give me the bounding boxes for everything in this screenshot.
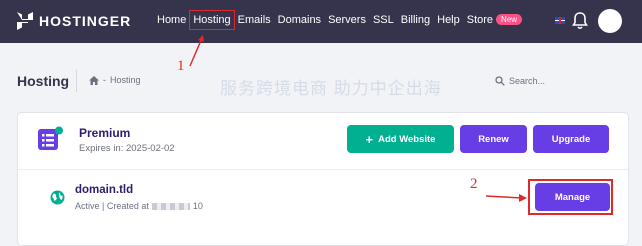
- step-number-2: 2: [470, 176, 478, 192]
- step-number-1: 1: [177, 58, 185, 74]
- annotation-arrows: [189, 35, 527, 202]
- watermark-text: 服务跨境电商 助力中企出海: [220, 79, 442, 98]
